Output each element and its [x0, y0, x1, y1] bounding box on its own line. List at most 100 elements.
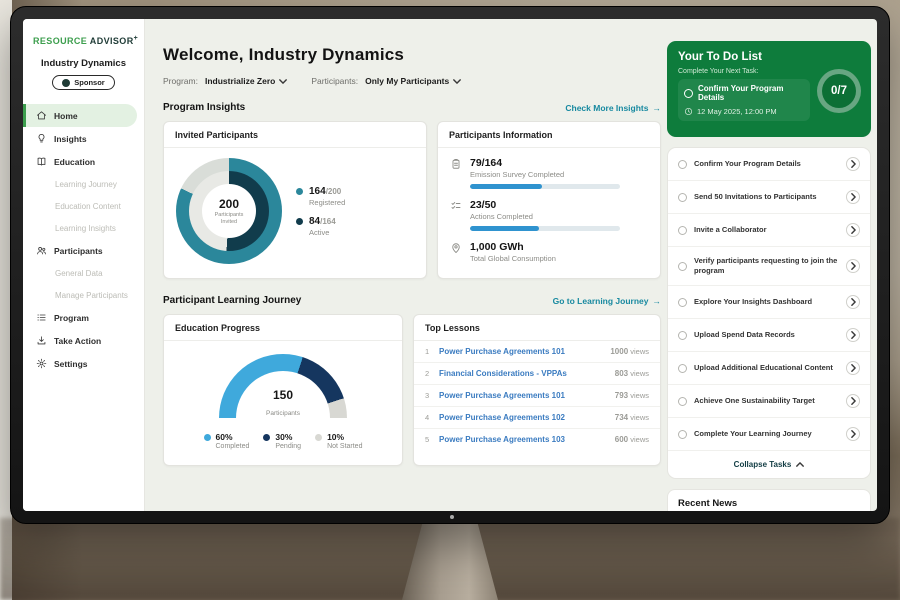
sidebar-item-insights[interactable]: Insights — [23, 127, 144, 150]
lesson-views: 793 views — [615, 391, 649, 400]
learning-journey-section: Participant Learning Journey Go to Learn… — [163, 295, 661, 306]
book-icon — [36, 156, 47, 167]
task-row[interactable]: Upload Additional Educational Content — [668, 352, 870, 385]
checkbox-icon[interactable] — [678, 226, 687, 235]
chevron-right-icon[interactable] — [846, 259, 860, 273]
sidebar-item-settings[interactable]: Settings — [23, 352, 144, 375]
pending-dot-icon — [263, 434, 270, 441]
sidebar-item-label: Home — [54, 111, 78, 121]
sidebar-item-learning-journey[interactable]: Learning Journey — [23, 173, 144, 195]
task-label: Invite a Collaborator — [694, 225, 839, 235]
lesson-rank: 5 — [425, 435, 432, 444]
todo-next-task[interactable]: Confirm Your Program Details — [684, 84, 804, 102]
participants-select[interactable]: Only My Participants — [365, 76, 461, 86]
task-row[interactable]: Achieve One Sustainability Target — [668, 385, 870, 418]
sidebar-item-label: Learning Insights — [55, 224, 116, 233]
go-to-learning-journey-link[interactable]: Go to Learning Journey → — [553, 296, 661, 306]
todo-due-label: 12 May 2025, 12:00 PM — [697, 107, 777, 116]
lesson-link[interactable]: Power Purchase Agreements 101 — [439, 391, 608, 400]
checklist-icon — [450, 199, 462, 212]
sidebar-item-program[interactable]: Program — [23, 306, 144, 329]
clipboard-icon — [450, 157, 462, 170]
lesson-views: 600 views — [615, 435, 649, 444]
chevron-right-icon[interactable] — [846, 394, 860, 408]
task-row[interactable]: Confirm Your Program Details — [668, 148, 870, 181]
link-label: Check More Insights — [565, 103, 648, 113]
chevron-right-icon[interactable] — [846, 223, 860, 237]
chevron-right-icon[interactable] — [846, 295, 860, 309]
sidebar-item-manage-participants[interactable]: Manage Participants — [23, 284, 144, 306]
lesson-link[interactable]: Power Purchase Agreements 101 — [439, 347, 603, 356]
task-row[interactable]: Verify participants requesting to join t… — [668, 247, 870, 286]
lesson-row[interactable]: 1 Power Purchase Agreements 101 1000 vie… — [414, 341, 660, 363]
progress-bar-fill — [470, 226, 539, 231]
legend-value: 30% — [275, 432, 301, 442]
recent-news-title: Recent News — [678, 498, 737, 509]
chevron-right-icon[interactable] — [846, 427, 860, 441]
lesson-row[interactable]: 5 Power Purchase Agreements 103 600 view… — [414, 429, 660, 450]
program-insights-section: Program Insights Check More Insights → — [163, 102, 661, 113]
collapse-label: Collapse Tasks — [734, 460, 792, 469]
progress-bar — [470, 226, 620, 231]
task-row[interactable]: Explore Your Insights Dashboard — [668, 286, 870, 319]
section-title: Participant Learning Journey — [163, 295, 301, 306]
lesson-row[interactable]: 2 Financial Considerations - VPPAs 803 v… — [414, 363, 660, 385]
location-pin-icon — [450, 241, 462, 254]
chevron-right-icon[interactable] — [846, 361, 860, 375]
consumption-stat: 1,000 GWh Total Global Consumption — [438, 232, 660, 264]
lesson-link[interactable]: Power Purchase Agreements 103 — [439, 435, 608, 444]
sidebar-item-participants[interactable]: Participants — [23, 239, 144, 262]
brand-secondary: ADVISOR — [90, 36, 134, 46]
task-row[interactable]: Upload Spend Data Records — [668, 319, 870, 352]
sidebar-item-take-action[interactable]: Take Action — [23, 329, 144, 352]
link-label: Go to Learning Journey — [553, 296, 649, 306]
sponsor-badge[interactable]: Sponsor — [52, 75, 114, 90]
sidebar-item-learning-insights[interactable]: Learning Insights — [23, 217, 144, 239]
task-row[interactable]: Complete Your Learning Journey — [668, 418, 870, 451]
card-title: Top Lessons — [414, 315, 660, 341]
registered-dot-icon — [296, 188, 303, 195]
checkbox-icon[interactable] — [684, 89, 693, 98]
legend-not-started: 10% Not Started — [315, 432, 362, 450]
sponsor-label: Sponsor — [74, 78, 104, 87]
task-label: Achieve One Sustainability Target — [694, 396, 839, 406]
section-title: Program Insights — [163, 102, 245, 113]
check-more-insights-link[interactable]: Check More Insights → — [565, 103, 661, 113]
donut-center-value: 200 — [219, 197, 239, 211]
lesson-row[interactable]: 3 Power Purchase Agreements 101 793 view… — [414, 385, 660, 407]
checkbox-icon[interactable] — [678, 397, 687, 406]
sidebar-item-education[interactable]: Education — [23, 150, 144, 173]
lesson-link[interactable]: Financial Considerations - VPPAs — [439, 369, 608, 378]
progress-bar-fill — [470, 184, 542, 189]
checkbox-icon[interactable] — [678, 160, 687, 169]
collapse-tasks-button[interactable]: Collapse Tasks — [668, 451, 870, 478]
chevron-down-icon — [453, 79, 461, 84]
checkbox-icon[interactable] — [678, 262, 687, 271]
top-lessons-card: Top Lessons 1 Power Purchase Agreements … — [413, 314, 661, 466]
brand-plus: + — [134, 35, 139, 42]
task-row[interactable]: Invite a Collaborator — [668, 214, 870, 247]
task-label: Upload Spend Data Records — [694, 330, 839, 340]
checkbox-icon[interactable] — [678, 298, 687, 307]
checkbox-icon[interactable] — [678, 364, 687, 373]
legend-registered: 164/200 Registered — [296, 186, 345, 207]
chevron-right-icon[interactable] — [846, 157, 860, 171]
lesson-row[interactable]: 4 Power Purchase Agreements 102 734 view… — [414, 407, 660, 429]
chevron-right-icon[interactable] — [846, 190, 860, 204]
todo-progress-value: 0/7 — [831, 85, 847, 97]
sidebar-item-education-content[interactable]: Education Content — [23, 195, 144, 217]
checkbox-icon[interactable] — [678, 331, 687, 340]
checkbox-icon[interactable] — [678, 193, 687, 202]
chevron-right-icon[interactable] — [846, 328, 860, 342]
invited-donut-chart: 200 Participants Invited — [176, 158, 282, 264]
lesson-link[interactable]: Power Purchase Agreements 102 — [439, 413, 608, 422]
sidebar-item-label: Insights — [54, 134, 87, 144]
sidebar-item-label: Education — [54, 157, 95, 167]
task-label: Confirm Your Program Details — [694, 159, 839, 169]
sidebar-item-label: Program — [54, 313, 89, 323]
program-select[interactable]: Industrialize Zero — [205, 76, 287, 86]
checkbox-icon[interactable] — [678, 430, 687, 439]
task-row[interactable]: Send 50 Invitations to Participants — [668, 181, 870, 214]
sidebar-item-home[interactable]: Home — [23, 104, 137, 127]
sidebar-item-general-data[interactable]: General Data — [23, 262, 144, 284]
